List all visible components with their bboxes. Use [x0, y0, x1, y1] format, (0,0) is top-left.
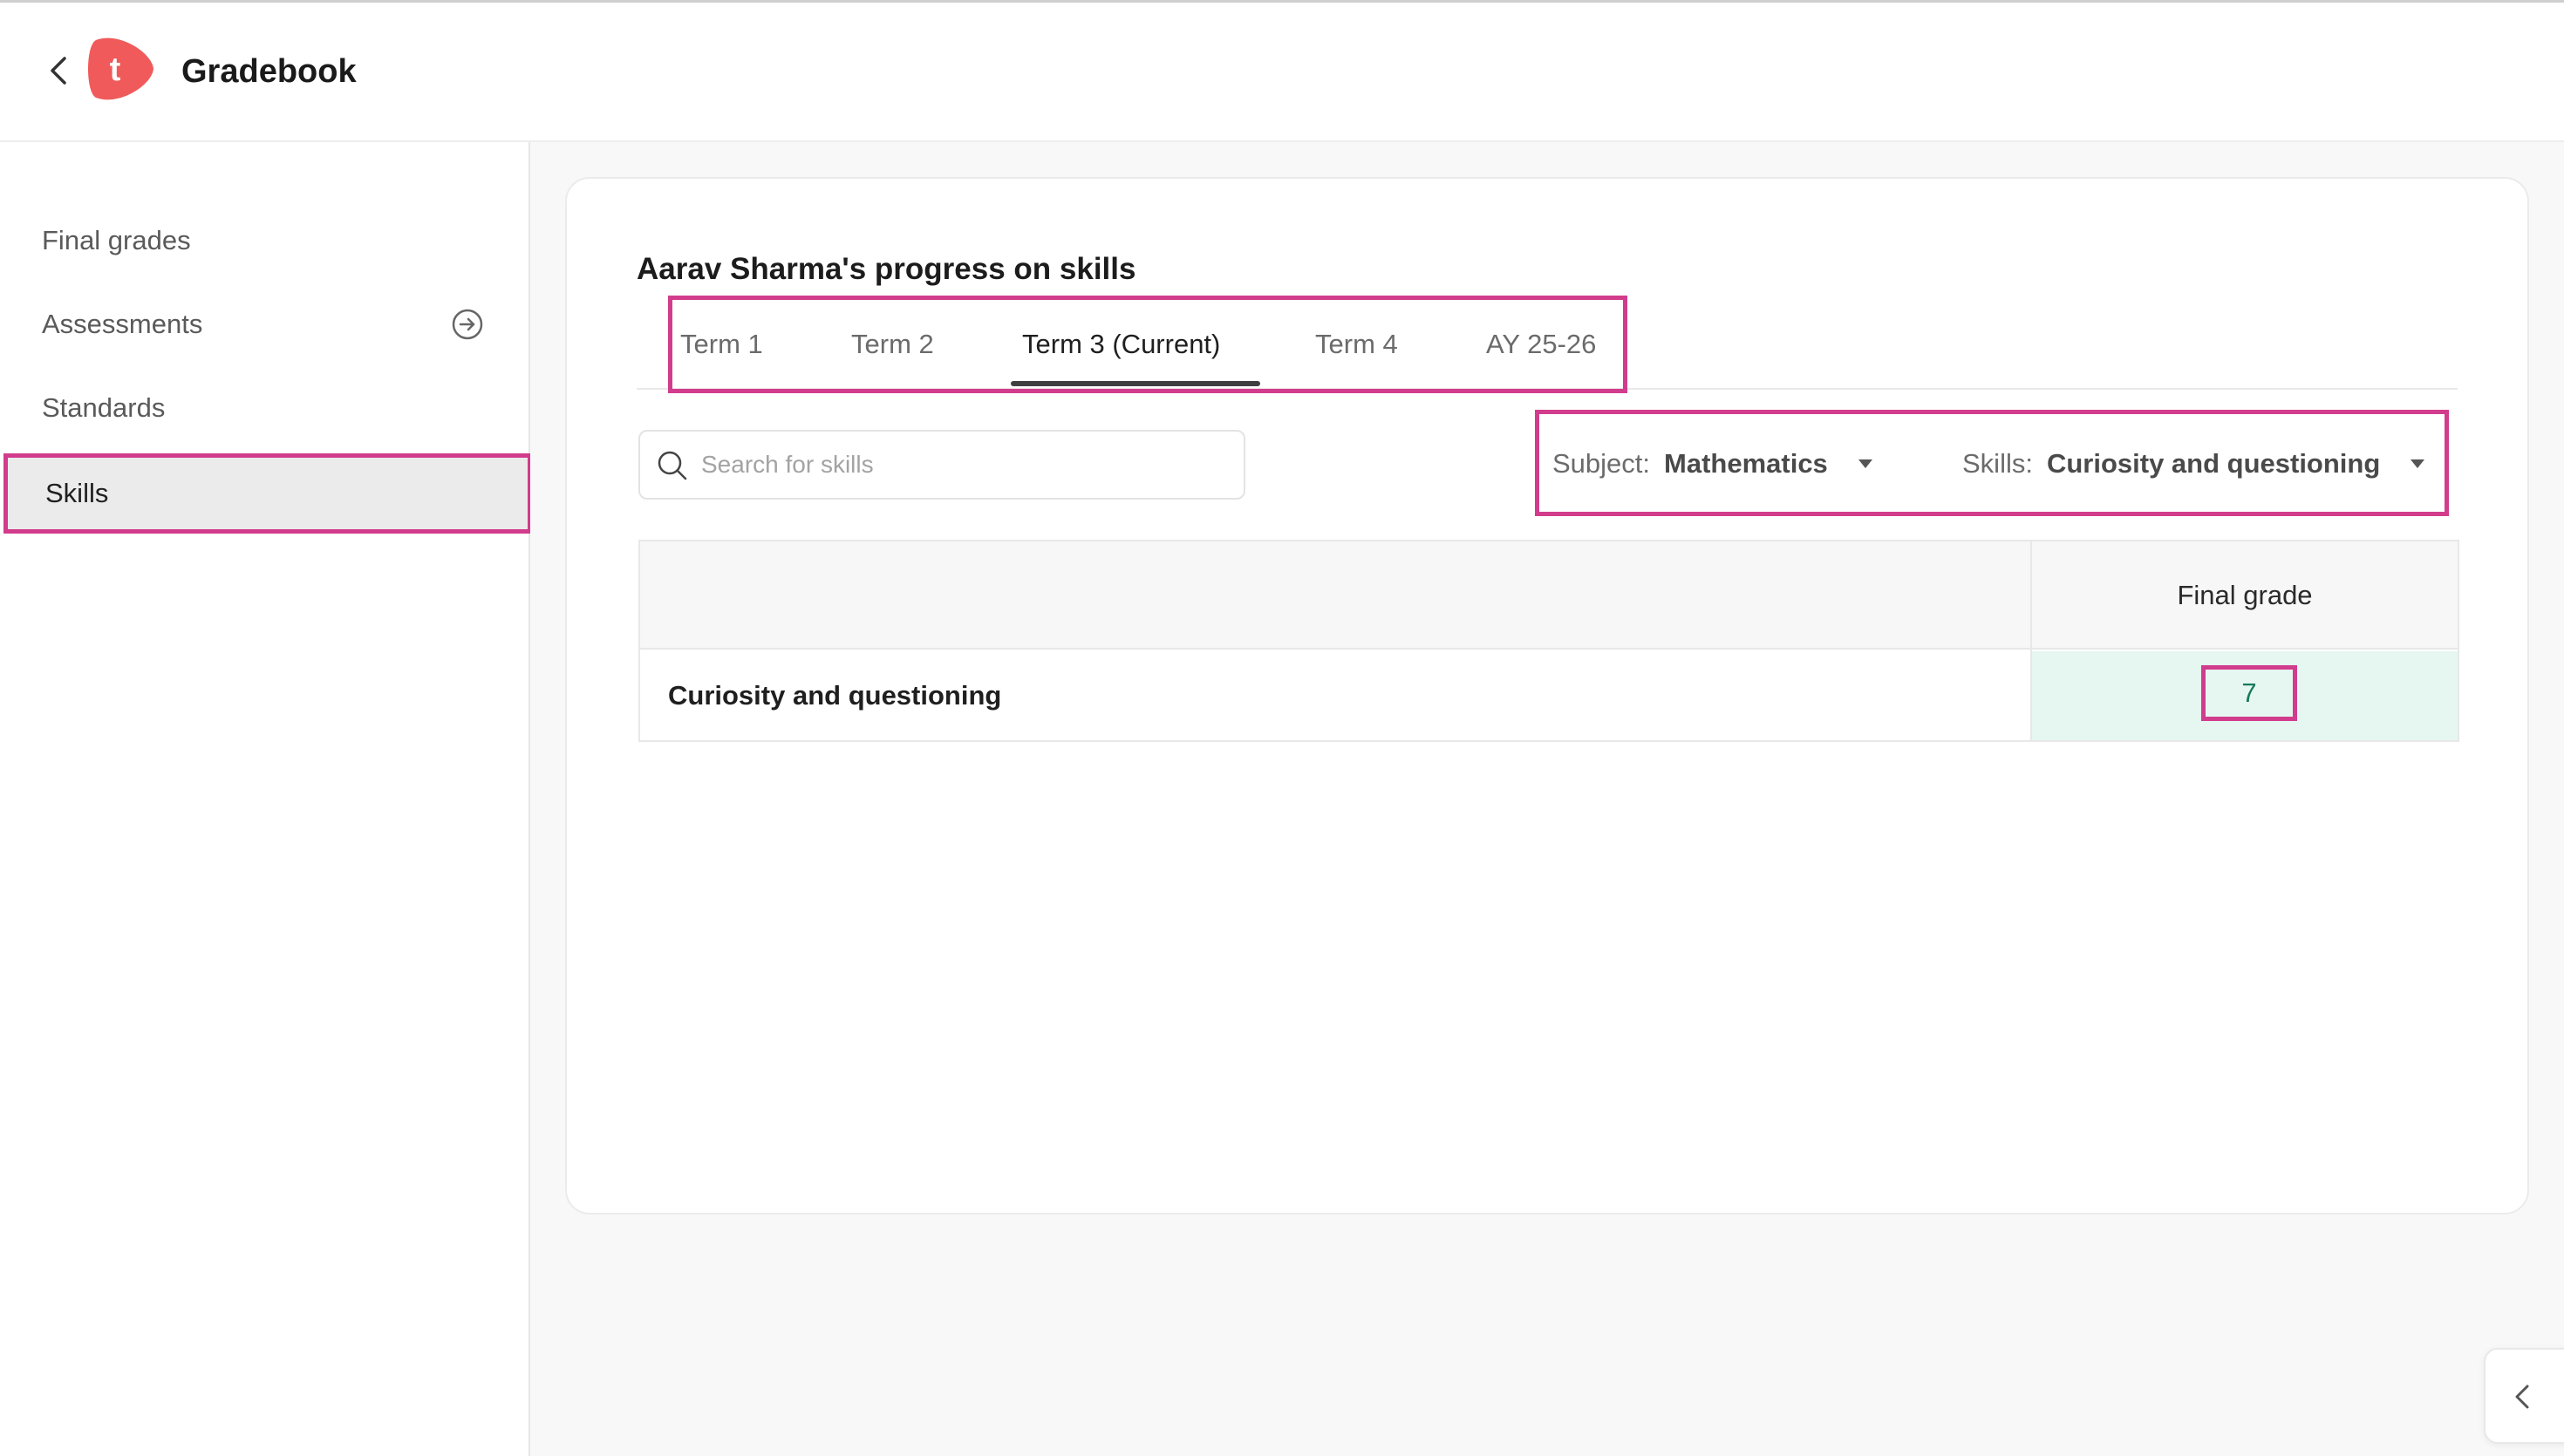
skills-card: Aarav Sharma's progress on skills Term 1…: [565, 177, 2529, 1214]
gradebook-app: t Gradebook Final grades Assessments Sta…: [0, 0, 2564, 1456]
search-input[interactable]: [701, 432, 1224, 498]
arrow-circle-right-icon[interactable]: [450, 307, 485, 342]
sidebar-item-standards[interactable]: Standards: [0, 368, 530, 448]
tabs-highlight-box: [668, 296, 1627, 393]
back-chevron-icon[interactable]: [47, 53, 70, 88]
final-grade-cell: 7: [2032, 651, 2458, 740]
caret-down-icon: [1858, 459, 1872, 468]
top-bar: t Gradebook: [0, 0, 2564, 142]
subject-filter-dropdown[interactable]: Subject: Mathematics: [1552, 445, 1873, 483]
sidebar-item-label: Assessments: [42, 309, 203, 339]
logo-letter: t: [110, 51, 121, 88]
skill-name: Curiosity and questioning: [668, 680, 1002, 711]
table-row: Curiosity and questioning 7: [640, 651, 2458, 740]
subject-filter-value: Mathematics: [1664, 448, 1828, 479]
search-icon: [658, 451, 687, 480]
app-title: Gradebook: [181, 53, 357, 90]
sidebar-item-final-grades[interactable]: Final grades: [0, 201, 530, 281]
skills-filter-dropdown[interactable]: Skills: Curiosity and questioning: [1962, 445, 2425, 483]
sidebar: Final grades Assessments Standards Skill…: [0, 142, 532, 1456]
column-header-final-grade: Final grade: [2177, 580, 2313, 610]
chevron-left-icon: [2515, 1385, 2529, 1409]
main-content: Aarav Sharma's progress on skills Term 1…: [530, 142, 2564, 1456]
skills-filter-label: Skills:: [1962, 448, 2033, 479]
skills-grade-table: Final grade Curiosity and questioning 7: [638, 540, 2459, 742]
search-box[interactable]: [638, 430, 1245, 500]
app-logo: t: [88, 37, 153, 100]
sidebar-item-label: Standards: [42, 392, 166, 423]
sidebar-item-label: Skills: [45, 478, 109, 508]
caret-down-icon: [2411, 459, 2425, 468]
skills-filter-value: Curiosity and questioning: [2046, 448, 2381, 479]
sidebar-item-assessments[interactable]: Assessments: [0, 284, 530, 364]
sidebar-item-label: Final grades: [42, 225, 191, 255]
subject-filter-label: Subject:: [1552, 448, 1651, 479]
page-title: Aarav Sharma's progress on skills: [637, 252, 1136, 286]
sidebar-item-skills[interactable]: Skills: [3, 453, 532, 534]
final-grade-value[interactable]: 7: [2201, 665, 2297, 721]
table-header: Final grade: [640, 541, 2458, 650]
panel-collapse-button[interactable]: [2484, 1348, 2564, 1444]
